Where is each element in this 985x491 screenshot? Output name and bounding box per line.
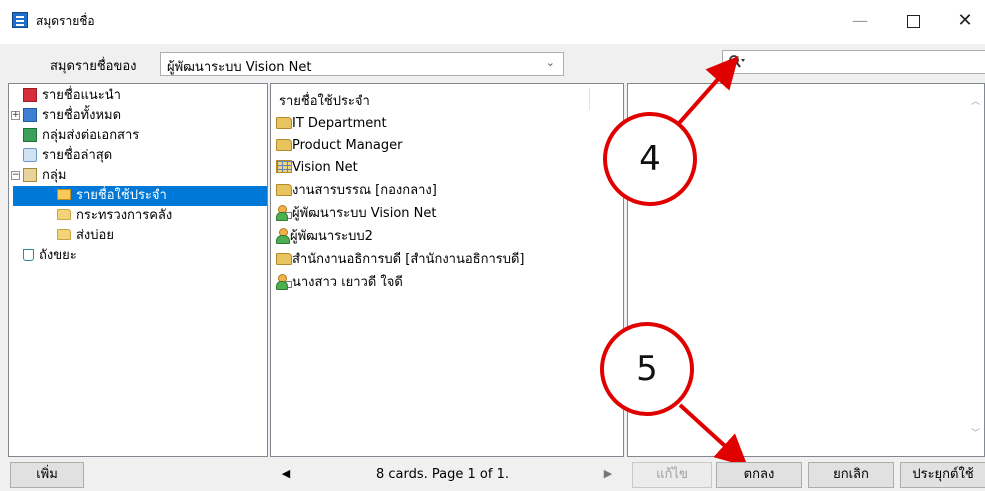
address-book-selected-value: ผู้พัฒนาระบบ Vision Net — [167, 60, 312, 75]
tree-item-frequent[interactable]: รายชื่อใช้ประจำ — [13, 186, 267, 206]
list-item[interactable]: นางสาว เยาวดี ใจดี — [276, 272, 403, 294]
search-icon[interactable] — [728, 54, 746, 70]
edit-button[interactable]: แก้ไข — [632, 462, 712, 488]
contact-list-pane[interactable]: รายชื่อใช้ประจำ IT Department Product Ma… — [270, 83, 624, 457]
list-item[interactable]: IT Department — [276, 113, 387, 135]
address-book-dropdown[interactable]: ผู้พัฒนาระบบ Vision Net ⌄ — [160, 52, 564, 76]
callout-step-4: 4 — [603, 112, 697, 206]
address-book-app-icon — [12, 12, 28, 28]
list-item[interactable]: Vision Net — [276, 157, 358, 179]
person-card-icon — [276, 205, 292, 221]
title-bar: สมุดรายชื่อ — ✕ — [0, 0, 985, 44]
list-column-header[interactable]: รายชื่อใช้ประจำ — [279, 90, 370, 111]
groups-icon — [23, 167, 37, 182]
window-title: สมุดรายชื่อ — [36, 14, 95, 28]
scroll-down-icon[interactable]: ﹀ — [971, 426, 980, 439]
scroll-up-icon[interactable]: ︿ — [971, 94, 980, 107]
tree-item-recent[interactable]: รายชื่อล่าสุด — [23, 146, 112, 166]
list-item[interactable]: Product Manager — [276, 135, 402, 157]
callout-step-5: 5 — [600, 322, 694, 416]
column-divider — [589, 88, 590, 110]
recent-icon — [23, 147, 37, 162]
tree-expander-groups[interactable]: − — [11, 171, 20, 180]
pager-status: 8 cards. Page 1 of 1. — [376, 467, 509, 482]
tree-expander-all-contacts[interactable]: + — [11, 111, 20, 120]
folder-tree-pane[interactable]: รายชื่อแนะนำ + รายชื่อทั้งหมด กลุ่มส่งต่… — [8, 83, 268, 457]
tree-item-groups[interactable]: กลุ่ม — [23, 166, 66, 186]
apply-button[interactable]: ประยุกต์ใช้ — [900, 462, 985, 488]
tree-item-frequently-sent[interactable]: ส่งบ่อย — [57, 226, 114, 246]
trash-icon — [23, 248, 34, 261]
person-icon — [276, 228, 290, 244]
recommended-icon — [23, 87, 37, 102]
group-folder-icon — [276, 252, 292, 265]
organization-icon — [276, 160, 292, 173]
list-item[interactable]: สำนักงานอธิการบดี [สำนักงานอธิการบดี] — [276, 249, 525, 271]
person-card-icon — [276, 274, 292, 290]
minimize-button[interactable]: — — [837, 6, 883, 36]
address-book-label: สมุดรายชื่อของ — [50, 59, 137, 74]
cancel-button[interactable]: ยกเลิก — [808, 462, 894, 488]
next-page-button[interactable]: ▶ — [596, 462, 620, 486]
close-button[interactable]: ✕ — [942, 6, 985, 36]
list-item[interactable]: งานสารบรรณ [กองกลาง] — [276, 180, 437, 202]
add-button[interactable]: เพิ่ม — [10, 462, 84, 488]
group-folder-icon — [276, 116, 292, 129]
tree-item-trash[interactable]: ถังขยะ — [23, 246, 77, 266]
previous-page-button[interactable]: ◀ — [274, 462, 298, 486]
all-contacts-icon — [23, 107, 37, 122]
tree-item-recommended[interactable]: รายชื่อแนะนำ — [23, 86, 121, 106]
tree-item-all-contacts[interactable]: รายชื่อทั้งหมด — [23, 106, 121, 126]
tree-item-forward-group[interactable]: กลุ่มส่งต่อเอกสาร — [23, 126, 139, 146]
list-item[interactable]: ผู้พัฒนาระบบ2 — [276, 226, 373, 248]
group-folder-icon — [276, 138, 292, 151]
search-input[interactable] — [722, 50, 985, 74]
tree-item-finance-ministry[interactable]: กระทรวงการคลัง — [57, 206, 172, 226]
group-folder-icon — [276, 183, 292, 196]
folder-icon — [57, 229, 71, 240]
frequent-folder-icon — [57, 189, 71, 200]
ok-button[interactable]: ตกลง — [716, 462, 802, 488]
list-item[interactable]: ผู้พัฒนาระบบ Vision Net — [276, 203, 436, 225]
maximize-button[interactable] — [890, 6, 936, 36]
forward-group-icon — [23, 127, 37, 142]
chevron-down-icon: ⌄ — [545, 56, 555, 69]
folder-icon — [57, 209, 71, 220]
